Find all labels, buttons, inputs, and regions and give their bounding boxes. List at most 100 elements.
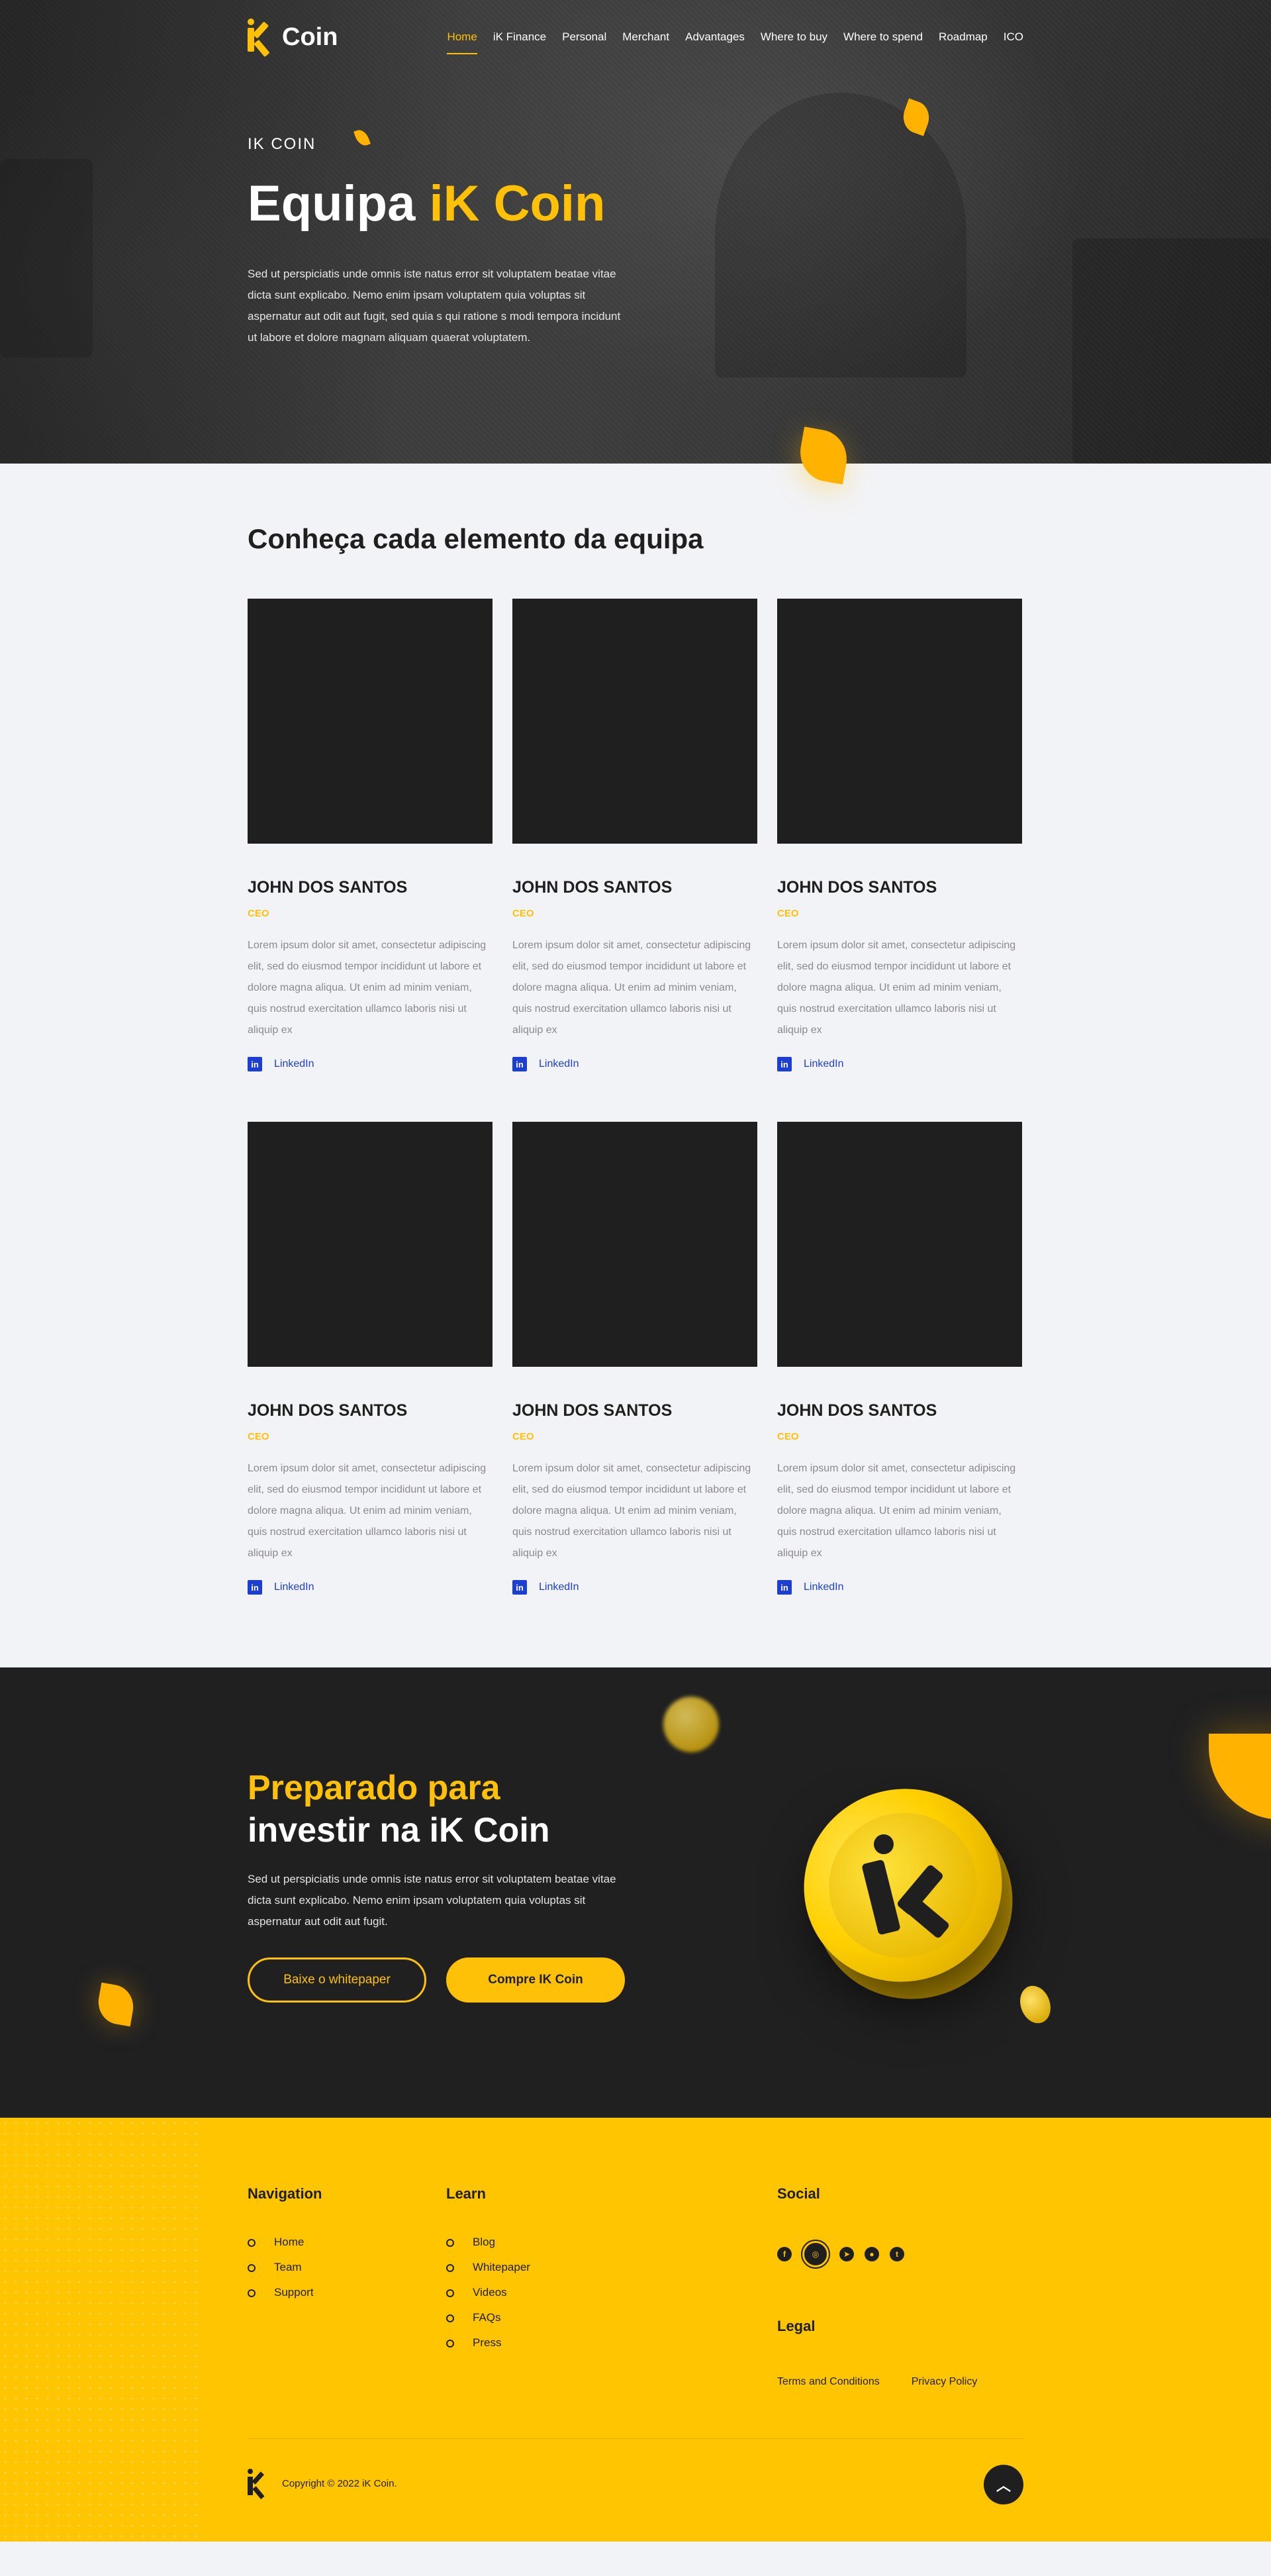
nav-item-home[interactable]: Home xyxy=(447,30,478,54)
coin-decoration xyxy=(1015,1981,1056,2028)
footer: Navigation Home Team Support Learn Blog … xyxy=(0,2118,1271,2542)
footer-bottom: Copyright © 2022 iK Coin. xyxy=(248,2469,397,2500)
linkedin-link[interactable]: in LinkedIn xyxy=(777,1057,1022,1071)
ik-coin-icon xyxy=(777,1761,1040,2027)
member-name: JOHN DOS SANTOS xyxy=(512,1401,673,1420)
linkedin-label: LinkedIn xyxy=(539,1581,579,1593)
linkedin-label: LinkedIn xyxy=(804,1581,844,1593)
member-name: JOHN DOS SANTOS xyxy=(248,1401,408,1420)
team-card: JOHN DOS SANTOS CEO Lorem ipsum dolor si… xyxy=(777,599,1022,1071)
dot-pattern xyxy=(0,2118,199,2542)
member-bio: Lorem ipsum dolor sit amet, consectetur … xyxy=(248,1463,487,1559)
linkedin-link[interactable]: in LinkedIn xyxy=(512,1057,757,1071)
footer-social: Social f ◎ ➤ ● t xyxy=(777,2185,904,2267)
linkedin-icon: in xyxy=(248,1580,262,1595)
coin-decoration xyxy=(663,1697,719,1752)
top-navigation: Coin Home iK Finance Personal Merchant A… xyxy=(248,13,1023,61)
cta-section: Preparado para investir na iK Coin Sed u… xyxy=(0,1667,1271,2118)
divider xyxy=(248,2438,1023,2439)
team-card: JOHN DOS SANTOS CEO Lorem ipsum dolor si… xyxy=(512,599,757,1071)
cta-title-line1: Preparado para xyxy=(248,1769,500,1807)
footer-link-support[interactable]: Support xyxy=(248,2286,322,2299)
member-role: CEO xyxy=(512,908,534,919)
nav-item-personal[interactable]: Personal xyxy=(562,30,606,54)
member-bio: Lorem ipsum dolor sit amet, consectetur … xyxy=(512,940,751,1036)
footer-link-team[interactable]: Team xyxy=(248,2261,322,2274)
footer-link-whitepaper[interactable]: Whitepaper xyxy=(446,2261,530,2274)
footer-link-home[interactable]: Home xyxy=(248,2236,322,2249)
member-name: JOHN DOS SANTOS xyxy=(248,878,408,897)
download-whitepaper-button[interactable]: Baixe o whitepaper xyxy=(248,1957,426,2003)
nav-item-roadmap[interactable]: Roadmap xyxy=(939,30,988,54)
instagram-icon[interactable]: ◎ xyxy=(802,2241,829,2267)
copyright: Copyright © 2022 iK Coin. xyxy=(282,2477,397,2489)
linkedin-label: LinkedIn xyxy=(804,1058,844,1069)
team-section: Conheça cada elemento da equipa JOHN DOS… xyxy=(0,464,1271,1667)
footer-link-blog[interactable]: Blog xyxy=(446,2236,530,2249)
team-card: JOHN DOS SANTOS CEO Lorem ipsum dolor si… xyxy=(512,1122,757,1595)
member-photo xyxy=(777,1122,1022,1367)
member-bio: Lorem ipsum dolor sit amet, consectetur … xyxy=(512,1463,751,1559)
hero-description: Sed ut perspiciatis unde omnis iste natu… xyxy=(248,267,621,344)
linkedin-link[interactable]: in LinkedIn xyxy=(248,1580,493,1595)
privacy-link[interactable]: Privacy Policy xyxy=(912,2376,978,2388)
footer-link-press[interactable]: Press xyxy=(446,2336,530,2350)
facebook-icon[interactable]: f xyxy=(777,2247,792,2261)
team-card: JOHN DOS SANTOS CEO Lorem ipsum dolor si… xyxy=(248,599,493,1071)
member-photo xyxy=(248,1122,493,1367)
ik-logo-icon xyxy=(248,2469,269,2500)
linkedin-link[interactable]: in LinkedIn xyxy=(512,1580,757,1595)
hero-title-accent: iK Coin xyxy=(429,175,606,232)
member-bio: Lorem ipsum dolor sit amet, consectetur … xyxy=(777,1463,1016,1559)
cta-buttons: Baixe o whitepaper Compre IK Coin xyxy=(248,1957,645,2003)
chevron-up-icon: ︿ xyxy=(996,2477,1011,2494)
member-photo xyxy=(512,599,757,844)
cta-title: Preparado para investir na iK Coin xyxy=(248,1767,645,1852)
member-role: CEO xyxy=(248,908,269,919)
buy-ik-coin-button[interactable]: Compre IK Coin xyxy=(446,1957,625,2003)
nav-item-ico[interactable]: ICO xyxy=(1004,30,1023,54)
main-menu: Home iK Finance Personal Merchant Advant… xyxy=(447,25,1023,54)
team-card: JOHN DOS SANTOS CEO Lorem ipsum dolor si… xyxy=(777,1122,1022,1595)
footer-link-faqs[interactable]: FAQs xyxy=(446,2311,530,2324)
telegram-icon[interactable]: ➤ xyxy=(839,2247,854,2261)
cta-title-line2: investir na iK Coin xyxy=(248,1811,550,1850)
leaf-decoration xyxy=(95,1982,137,2027)
member-bio: Lorem ipsum dolor sit amet, consectetur … xyxy=(248,940,487,1036)
section-title: Conheça cada elemento da equipa xyxy=(248,523,704,554)
member-photo xyxy=(777,599,1022,844)
linkedin-label: LinkedIn xyxy=(539,1058,579,1069)
logo-text: Coin xyxy=(282,23,338,51)
linkedin-icon: in xyxy=(512,1580,527,1595)
member-bio: Lorem ipsum dolor sit amet, consectetur … xyxy=(777,940,1016,1036)
nav-item-advantages[interactable]: Advantages xyxy=(685,30,745,54)
page-title: Equipa iK Coin xyxy=(248,176,645,232)
twitter-icon[interactable]: t xyxy=(890,2247,904,2261)
team-card: JOHN DOS SANTOS CEO Lorem ipsum dolor si… xyxy=(248,1122,493,1595)
footer-heading: Navigation xyxy=(248,2185,322,2202)
member-name: JOHN DOS SANTOS xyxy=(777,1401,937,1420)
linkedin-icon: in xyxy=(512,1057,527,1071)
linkedin-link[interactable]: in LinkedIn xyxy=(248,1057,493,1071)
scroll-to-top-button[interactable]: ︿ xyxy=(984,2465,1023,2504)
member-role: CEO xyxy=(248,1431,269,1442)
hero-section: Coin Home iK Finance Personal Merchant A… xyxy=(0,0,1271,464)
footer-navigation: Navigation Home Team Support xyxy=(248,2185,322,2311)
terms-link[interactable]: Terms and Conditions xyxy=(777,2376,880,2388)
linkedin-icon: in xyxy=(777,1580,792,1595)
logo[interactable]: Coin xyxy=(248,17,338,58)
hero-eyebrow: IK COIN xyxy=(248,135,316,153)
nav-item-merchant[interactable]: Merchant xyxy=(622,30,669,54)
footer-link-videos[interactable]: Videos xyxy=(446,2286,530,2299)
cta-content: Preparado para investir na iK Coin Sed u… xyxy=(248,1767,645,2003)
nav-item-where-to-spend[interactable]: Where to spend xyxy=(843,30,923,54)
linkedin-icon: in xyxy=(248,1057,262,1071)
nav-item-ik-finance[interactable]: iK Finance xyxy=(493,30,546,54)
member-photo xyxy=(248,599,493,844)
reddit-icon[interactable]: ● xyxy=(865,2247,879,2261)
nav-item-where-to-buy[interactable]: Where to buy xyxy=(761,30,827,54)
member-role: CEO xyxy=(777,1431,799,1442)
linkedin-link[interactable]: in LinkedIn xyxy=(777,1580,1022,1595)
footer-heading: Social xyxy=(777,2185,820,2202)
ik-logo-icon xyxy=(248,17,277,58)
